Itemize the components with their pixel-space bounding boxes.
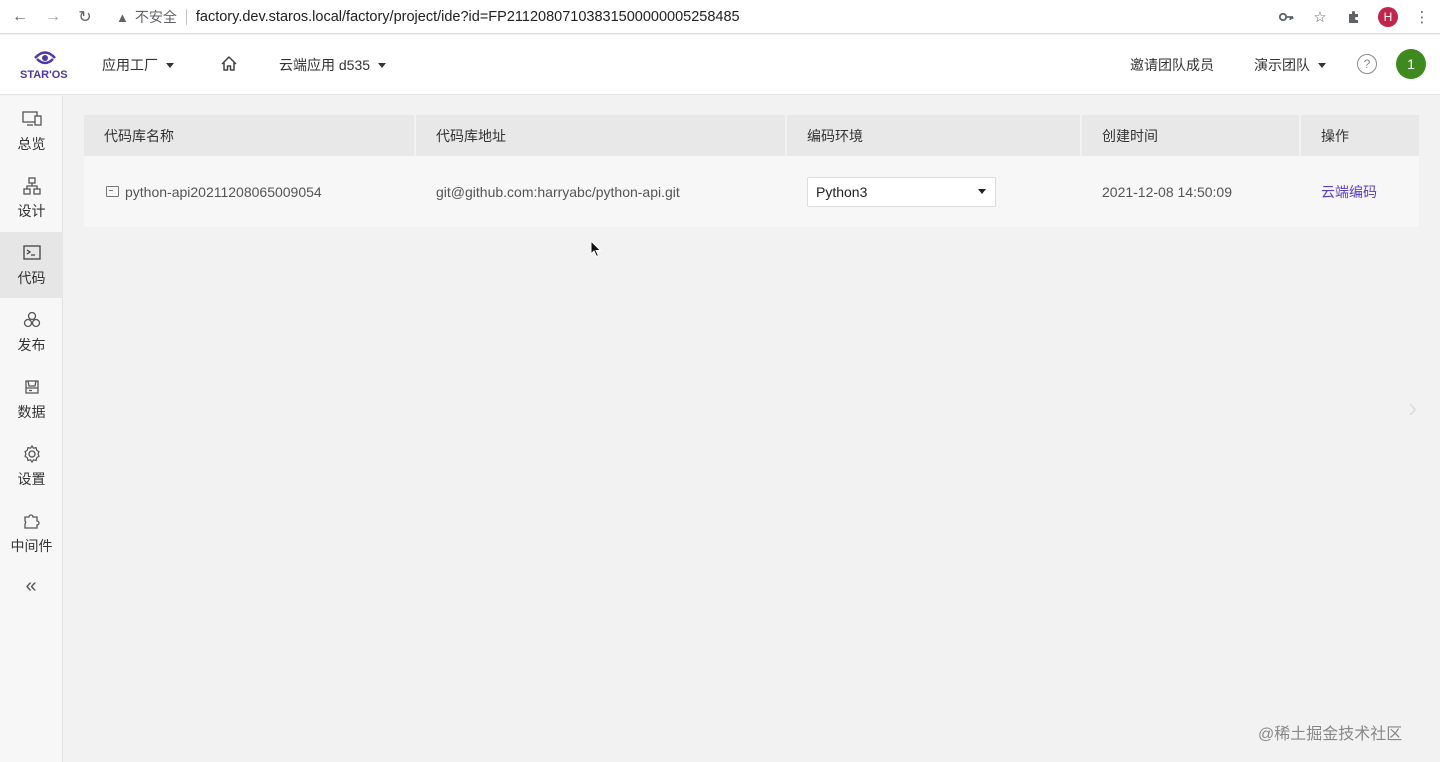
sidebar: 总览 设计 代码 发布 数据 设置 中间件 « <box>0 96 63 762</box>
project-selector[interactable]: 云端应用 d535 <box>279 55 387 75</box>
column-header: 创建时间 <box>1082 115 1301 156</box>
sidebar-item-publish[interactable]: 发布 <box>0 299 63 365</box>
kebab-menu-icon[interactable]: ⋮ <box>1412 7 1432 27</box>
app-factory-menu[interactable]: 应用工厂 <box>102 55 174 75</box>
monitor-icon <box>21 109 42 129</box>
url-text[interactable]: factory.dev.staros.local/factory/project… <box>196 9 740 25</box>
terminal-file-icon <box>106 186 119 197</box>
security-label: 不安全 <box>134 9 177 25</box>
profile-avatar[interactable]: H <box>1378 7 1398 27</box>
env-select[interactable]: Python3 <box>807 176 996 207</box>
caret-down-icon <box>166 62 174 68</box>
mouse-cursor-icon <box>590 240 602 258</box>
sidebar-label: 总览 <box>17 135 46 152</box>
extension-icon[interactable] <box>1344 7 1364 27</box>
chevron-right-icon: › <box>1408 392 1418 423</box>
browser-toolbar: ← → ↻ ▲ 不安全 factory.dev.staros.local/fac… <box>0 0 1440 34</box>
sidebar-label: 设计 <box>17 202 46 219</box>
env-selected-value: Python3 <box>816 183 868 200</box>
repo-name: python-api20211208065009054 <box>125 183 322 200</box>
database-icon <box>22 377 42 397</box>
sidebar-item-design[interactable]: 设计 <box>0 165 63 231</box>
staros-logo[interactable]: STAR'OS <box>20 49 72 83</box>
gear-icon <box>22 444 42 464</box>
forward-arrow-icon[interactable]: → <box>42 6 64 28</box>
repo-table: 代码库名称 代码库地址 编码环境 创建时间 操作 python-api20211… <box>84 115 1419 227</box>
address-bar[interactable]: ▲ 不安全 factory.dev.staros.local/factory/p… <box>108 3 1338 31</box>
collapse-sidebar-icon[interactable]: « <box>19 575 43 597</box>
watermark: @稀土掘金技术社区 <box>1258 726 1403 743</box>
puzzle-icon <box>22 511 42 531</box>
env-cell: Python3 <box>787 156 1082 227</box>
caret-down-icon <box>378 62 387 68</box>
sidebar-item-data[interactable]: 数据 <box>0 366 63 432</box>
team-selector[interactable]: 演示团队 <box>1254 55 1326 75</box>
sidebar-label: 中间件 <box>10 537 53 554</box>
column-header: 代码库地址 <box>416 115 787 156</box>
sidebar-item-overview[interactable]: 总览 <box>0 98 63 164</box>
sidebar-item-middleware[interactable]: 中间件 <box>0 500 63 566</box>
caret-down-icon <box>1318 62 1326 68</box>
table-header: 代码库名称 代码库地址 编码环境 创建时间 操作 <box>84 115 1419 156</box>
sidebar-label: 设置 <box>17 470 46 487</box>
sitemap-icon <box>22 176 42 196</box>
cluster-icon <box>22 310 42 330</box>
home-icon[interactable] <box>219 54 239 74</box>
sidebar-item-code[interactable]: 代码 <box>0 232 63 298</box>
invite-members-link[interactable]: 邀请团队成员 <box>1130 55 1214 75</box>
logo-text: STAR'OS <box>20 69 68 81</box>
repo-address-cell: git@github.com:harryabc/python-api.git <box>436 183 680 200</box>
reload-icon[interactable]: ↻ <box>74 6 96 28</box>
column-header: 代码库名称 <box>84 115 416 156</box>
app-header: STAR'OS 应用工厂 云端应用 d535 邀请团队成员 演示团队 ? 1 <box>0 35 1440 95</box>
column-header: 操作 <box>1321 127 1349 144</box>
invite-label: 邀请团队成员 <box>1130 57 1214 73</box>
project-label: 云端应用 d535 <box>279 57 371 73</box>
warning-icon: ▲ <box>116 9 129 25</box>
browser-actions: ☆ H ⋮ <box>1276 5 1432 29</box>
divider <box>185 9 187 25</box>
star-icon[interactable]: ☆ <box>1310 7 1330 27</box>
column-header: 编码环境 <box>787 115 1082 156</box>
key-icon[interactable] <box>1276 7 1296 27</box>
cloud-code-link[interactable]: 云端编码 <box>1321 182 1377 202</box>
created-time-cell: 2021-12-08 14:50:09 <box>1102 183 1232 200</box>
sidebar-label: 代码 <box>17 269 46 286</box>
sidebar-label: 发布 <box>17 336 46 353</box>
repo-name-cell: python-api20211208065009054 <box>84 156 416 227</box>
sidebar-item-settings[interactable]: 设置 <box>0 433 63 499</box>
logo-mark-icon <box>34 51 56 65</box>
help-icon[interactable]: ? <box>1357 54 1377 74</box>
app-factory-label: 应用工厂 <box>102 57 158 73</box>
team-label: 演示团队 <box>1254 57 1310 73</box>
back-arrow-icon[interactable]: ← <box>9 6 31 28</box>
terminal-icon <box>22 243 42 263</box>
table-row: python-api20211208065009054 git@github.c… <box>84 156 1419 227</box>
caret-down-icon <box>978 189 986 194</box>
user-avatar[interactable]: 1 <box>1396 49 1426 79</box>
action-cell: 云端编码 <box>1301 156 1419 227</box>
sidebar-label: 数据 <box>17 403 46 420</box>
